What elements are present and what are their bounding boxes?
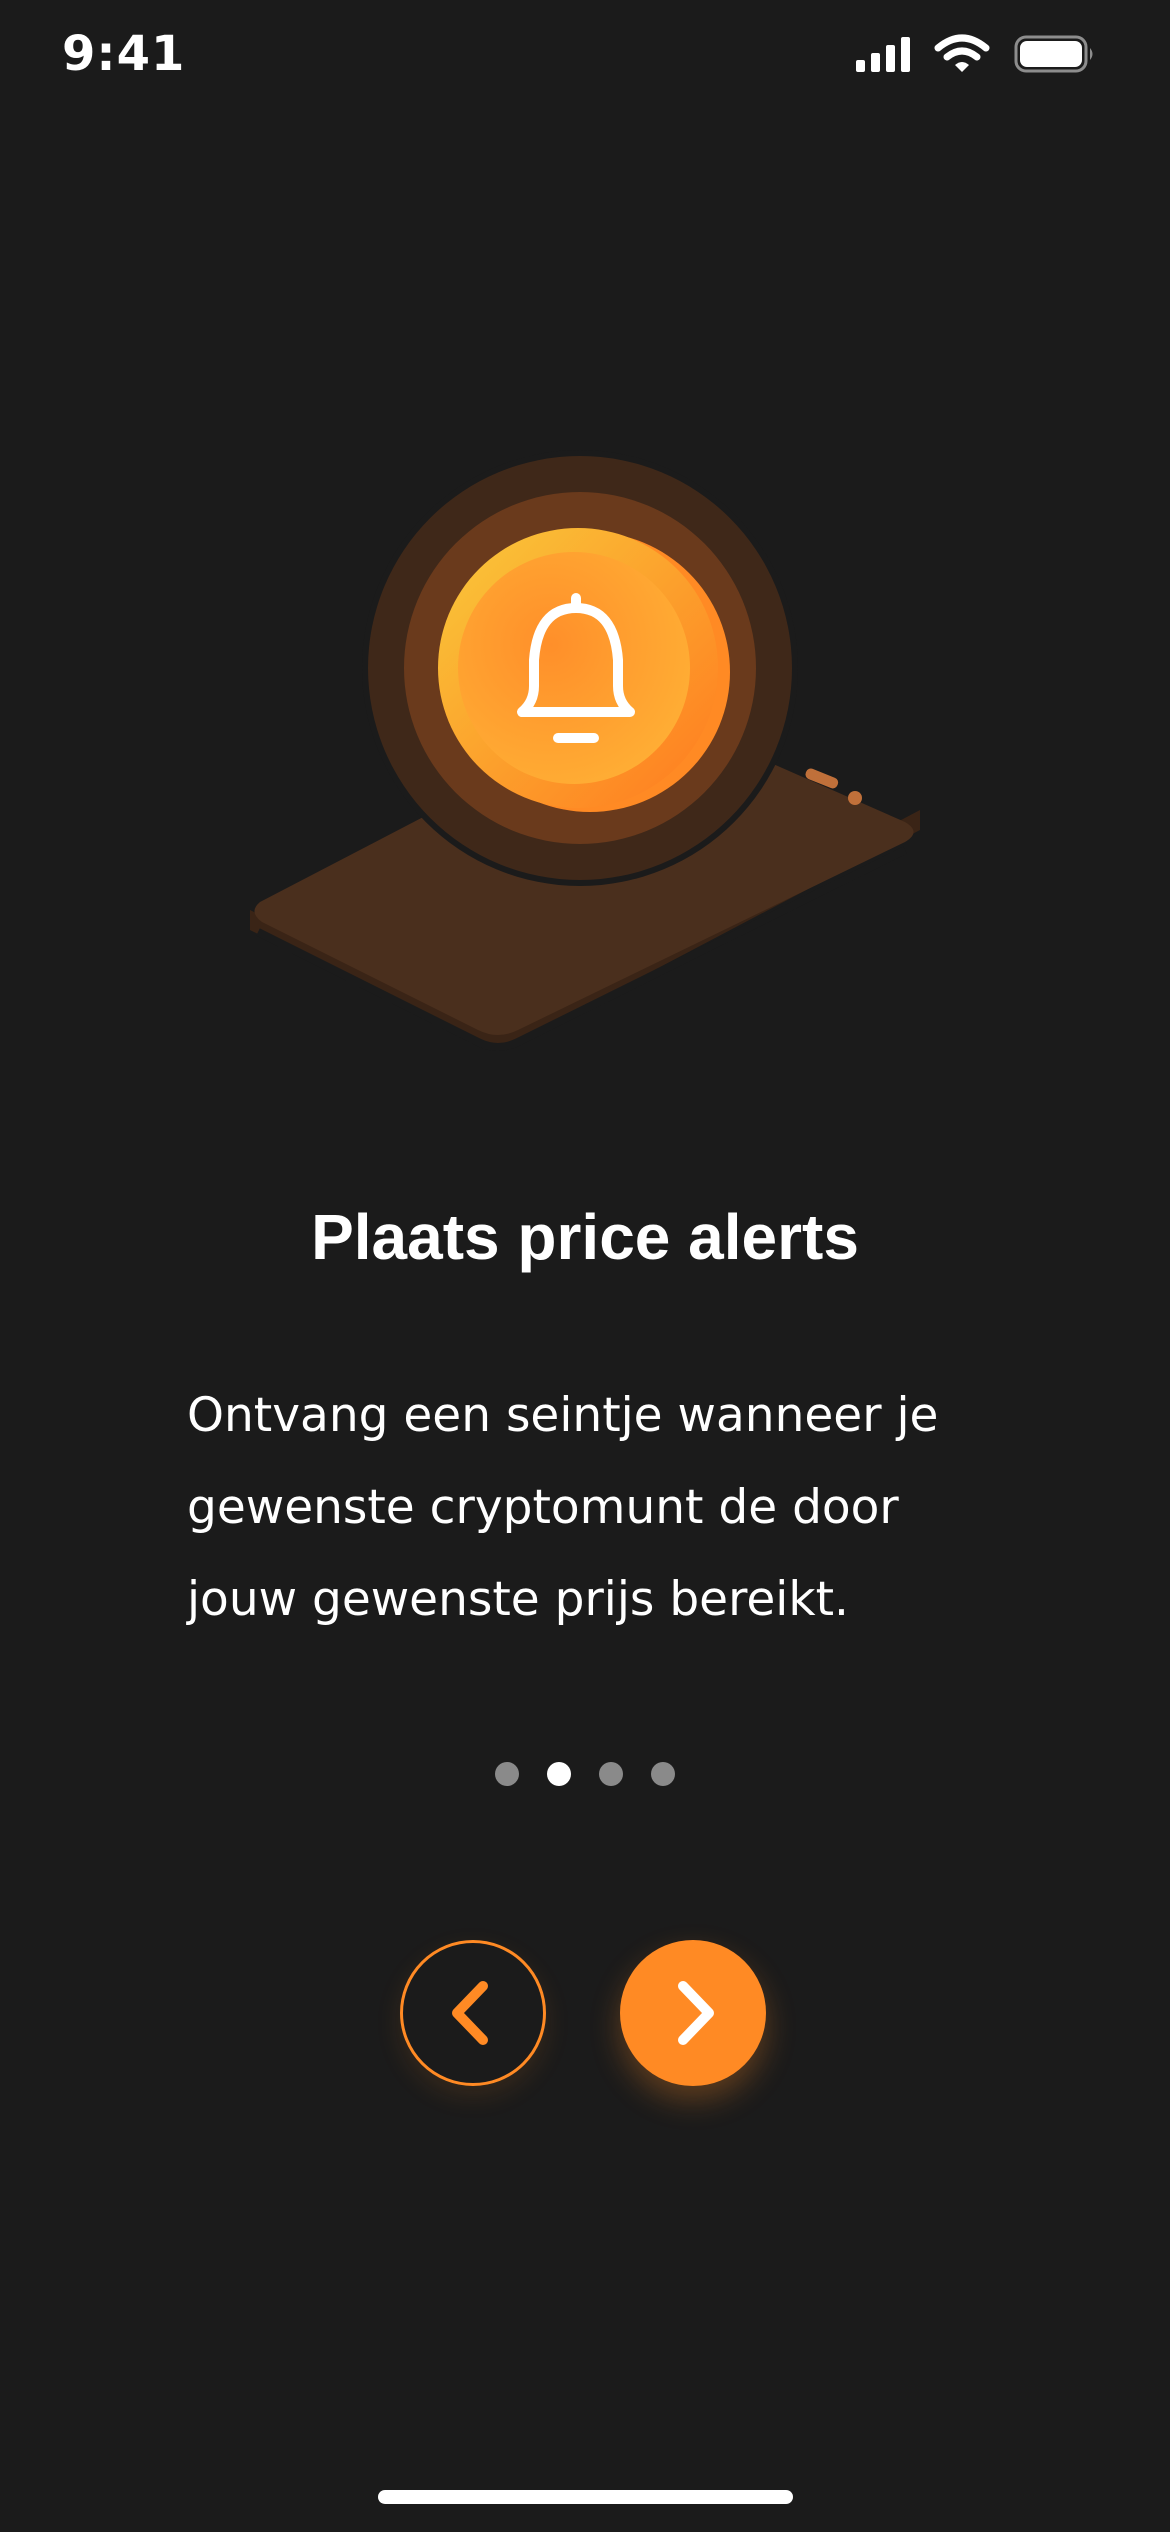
pagination-dot[interactable] bbox=[651, 1762, 675, 1786]
bell-coin bbox=[362, 450, 798, 886]
signal-icon bbox=[856, 37, 910, 72]
wifi-icon bbox=[934, 34, 990, 72]
status-icons bbox=[854, 34, 1104, 78]
onboarding-description: Ontvang een seintje wanneer je gewenste … bbox=[187, 1388, 939, 1627]
chevron-right-icon bbox=[678, 1981, 714, 2045]
status-time: 9:41 bbox=[62, 26, 186, 82]
pagination-dots bbox=[0, 1762, 1170, 1786]
pagination-dot[interactable] bbox=[599, 1762, 623, 1786]
status-bar: 9:41 bbox=[0, 0, 1170, 110]
next-button[interactable] bbox=[620, 1940, 766, 2086]
previous-button[interactable] bbox=[400, 1940, 546, 2086]
bell-on-phone-illustration bbox=[250, 450, 920, 1051]
chevron-left-icon bbox=[452, 1981, 488, 2045]
battery-icon bbox=[1014, 35, 1093, 73]
home-indicator[interactable] bbox=[378, 2490, 793, 2504]
pagination-dot[interactable] bbox=[495, 1762, 519, 1786]
onboarding-title: Plaats price alerts bbox=[311, 1201, 859, 1273]
pagination-dot-active[interactable] bbox=[547, 1762, 571, 1786]
